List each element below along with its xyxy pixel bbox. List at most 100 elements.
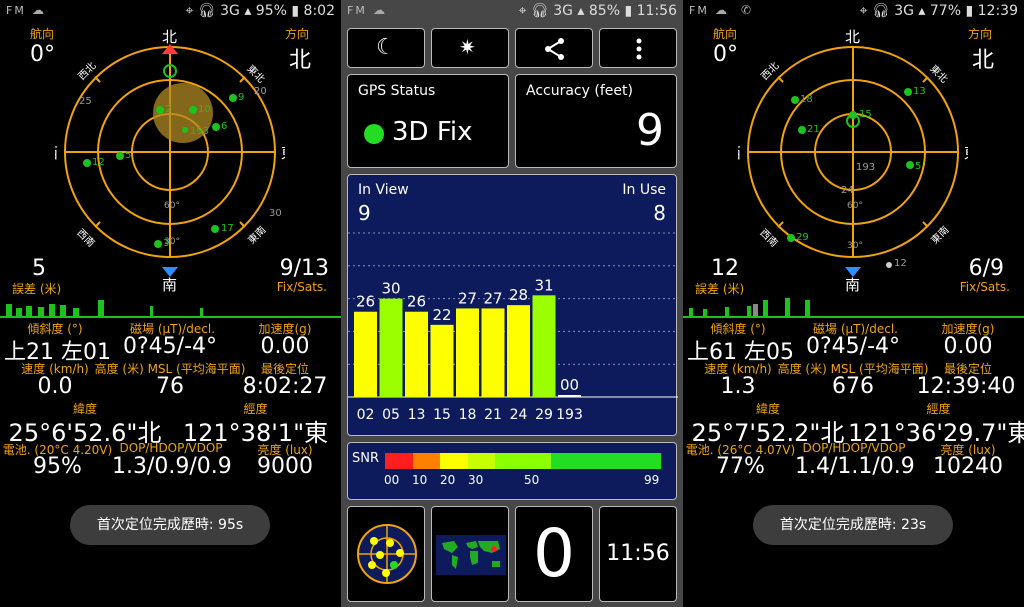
in-use-value: 8: [653, 201, 666, 225]
accuracy-title: Accuracy (feet): [526, 83, 633, 99]
snr-category-label: 15: [433, 407, 451, 423]
snr-tick: 10: [412, 473, 428, 487]
moon-icon: ☾: [376, 35, 396, 60]
sat-label: 12: [92, 157, 105, 168]
brightness-button[interactable]: ✷: [431, 28, 509, 68]
compass-east: 東: [281, 144, 285, 162]
sat-label: 193: [856, 162, 875, 173]
error-value: 5: [32, 256, 46, 281]
accel-value: 0.00: [260, 334, 310, 359]
left-screen: FM ☁ ⌖ 🎧︎ 3G ▴ 95% ▮ 8:02 航向 0° 方向 北 2 1…: [0, 0, 341, 607]
sat-dot: [886, 262, 892, 268]
sat-label: 10: [198, 104, 211, 115]
sat-label: 193: [190, 126, 209, 137]
status-bar: FM ☁ ⌖ 🎧︎ 3G ▴ 85% ▮ 11:56: [341, 0, 683, 24]
snr-tick: 99: [644, 473, 660, 487]
network-type: 3G: [220, 3, 240, 19]
snr-bar: [558, 395, 581, 397]
in-use-label: In Use: [622, 182, 666, 198]
sat-dot: [212, 123, 220, 131]
share-button[interactable]: [515, 28, 593, 68]
ring-label-60: 60°: [847, 201, 863, 211]
radar-icon: [357, 524, 417, 584]
overflow-menu-button[interactable]: [599, 28, 677, 68]
accuracy-card: Accuracy (feet) 9: [515, 74, 677, 168]
snr-mini-bars: [683, 296, 1024, 318]
headphones-icon: 🎧︎: [197, 3, 216, 19]
compass-sw: 西南: [757, 226, 780, 249]
gps-fix-value: 3D Fix: [392, 117, 473, 147]
heading-label: 航向: [713, 27, 738, 41]
sat-label: 5: [915, 161, 921, 172]
error-label: 誤差 (米): [695, 282, 745, 296]
sat-dot: [787, 234, 795, 242]
altitude-value: 76: [156, 374, 184, 399]
headphones-icon: 🎧︎: [871, 3, 890, 19]
status-fm-icon: FM: [6, 4, 26, 17]
compass-east: 東: [964, 144, 968, 162]
sat-dot: [849, 111, 857, 119]
snr-value-label: 31: [534, 276, 553, 294]
battery-percent: 95%: [255, 3, 287, 19]
snr-value-label: 22: [432, 306, 451, 324]
battery-value: 95%: [33, 454, 82, 479]
battery-percent: 77%: [929, 3, 962, 19]
snr-category-label: 02: [357, 407, 375, 423]
snr-category-label: 29: [535, 407, 553, 423]
clock: 11:56: [636, 3, 677, 19]
gps-status-title: GPS Status: [358, 83, 436, 99]
clock-tile[interactable]: 11:56: [599, 506, 677, 602]
compass-west: 西: [55, 144, 58, 162]
speed-value: 1.3: [720, 374, 756, 399]
direction-value: 北: [971, 48, 994, 73]
snr-value-label: 26: [407, 293, 426, 311]
snr-value-label: 27: [483, 289, 502, 307]
snr-bar: [481, 308, 505, 397]
in-view-value: 9: [358, 201, 371, 225]
ttff-button[interactable]: 首次定位完成歷時: 95s: [70, 505, 270, 545]
snr-bar: [405, 311, 428, 397]
counter-tile[interactable]: 0: [515, 506, 593, 602]
night-mode-button[interactable]: ☾: [347, 28, 425, 68]
accel-value: 0.00: [943, 334, 993, 359]
accuracy-value: 9: [636, 105, 664, 156]
compass-se: 東南: [245, 223, 268, 246]
sat-label: 13: [913, 86, 926, 97]
direction-label: 方向: [284, 27, 309, 41]
snr-value-label: 26: [356, 293, 375, 311]
battery-value: 77%: [716, 454, 765, 479]
battery-icon: ▮: [624, 3, 633, 19]
sat-label: 5: [125, 150, 131, 161]
counter-value: 0: [533, 515, 575, 592]
sat-dot: [189, 106, 197, 114]
sky-compass[interactable]: 2 10 9 6 193 5 12 17 3 25 20 30 北 南 西 東 …: [55, 22, 285, 292]
status-fm-icon: FM: [347, 4, 367, 17]
heading-value: 0°: [30, 42, 55, 67]
ttff-button[interactable]: 首次定位完成歷時: 23s: [753, 505, 953, 545]
world-map-icon: [436, 535, 506, 575]
network-type: 3G: [553, 3, 573, 19]
snr-tick: 50: [524, 473, 540, 487]
wifi-call-icon: ✆: [741, 3, 752, 17]
error-value: 12: [711, 256, 739, 281]
sat-dot: [798, 126, 806, 134]
world-map-button[interactable]: [431, 506, 509, 602]
network-type: 3G: [894, 3, 914, 19]
fix-value: 9/13: [279, 256, 329, 281]
radar-view-button[interactable]: [347, 506, 425, 602]
snr-legend: SNR 00 10 20 30 50 99: [347, 442, 677, 500]
snr-tick: 00: [384, 473, 400, 487]
sat-dot: [182, 127, 188, 133]
sat-dot: [906, 161, 914, 169]
location-icon: ⌖: [859, 3, 868, 19]
signal-icon: ▴: [577, 3, 585, 19]
sat-label: 20: [254, 86, 267, 97]
sat-label: 25: [79, 96, 92, 107]
battery-icon: ▮: [291, 3, 300, 19]
snr-category-label: 13: [408, 407, 426, 423]
sat-dot: [791, 96, 799, 104]
snr-gradient: [385, 453, 661, 469]
direction-label: 方向: [967, 27, 992, 41]
sky-compass[interactable]: 18 13 15 21 5 29 193 24 12 北 南 西 東 西北 東北…: [738, 22, 968, 292]
sun-icon: ✷: [459, 35, 476, 59]
